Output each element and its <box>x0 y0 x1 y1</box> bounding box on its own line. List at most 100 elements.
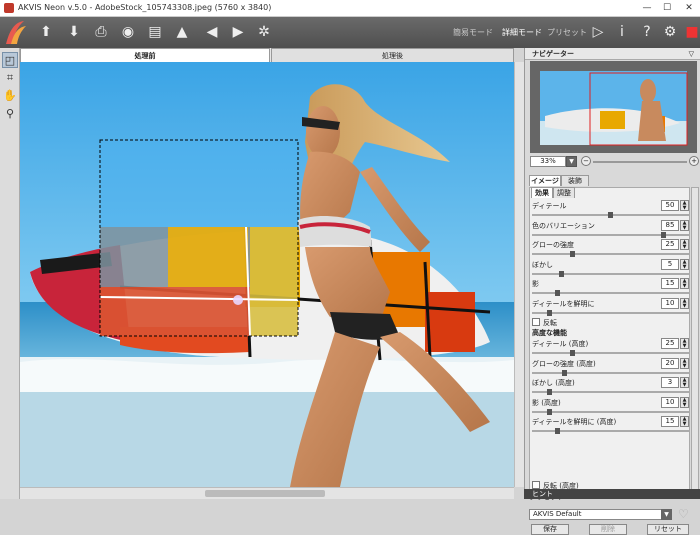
param-spinner-icon[interactable]: ▲ ▼ <box>680 338 689 349</box>
horizontal-scroll-thumb[interactable] <box>205 490 325 497</box>
param-spinner-icon[interactable]: ▲ ▼ <box>680 219 689 231</box>
zoom-tool-icon[interactable]: ⚲ <box>2 106 18 122</box>
zoom-out-icon[interactable]: − <box>581 156 591 166</box>
param-slider-thumb[interactable] <box>554 290 560 296</box>
undo-icon[interactable]: ◀ <box>202 22 222 42</box>
tab-after[interactable]: 処理後 <box>271 48 514 62</box>
tab-before[interactable]: 処理前 <box>20 48 270 62</box>
param-slider-thumb[interactable] <box>570 251 575 257</box>
preset-dropdown-icon[interactable]: ▼ <box>661 509 672 520</box>
run-play-icon[interactable]: ▷ <box>588 22 608 42</box>
help-icon[interactable]: ? <box>637 22 657 42</box>
record-icon[interactable]: ■ <box>682 22 700 42</box>
adv_params-param-row: 影 (高度) 10 ▲ ▼ <box>530 396 691 417</box>
plugin-icon[interactable]: ▲ <box>172 22 192 42</box>
param-spinner-icon[interactable]: ▲ ▼ <box>680 377 689 388</box>
params-param-row: ぼかし 5 ▲ ▼ <box>530 258 691 279</box>
batch-icon[interactable]: ▤ <box>145 22 165 42</box>
params-param-row: ディテール 50 ▲ ▼ <box>530 200 691 220</box>
preset-select[interactable]: AKVIS Default <box>529 509 672 520</box>
param-value-field[interactable]: 3 <box>661 377 679 388</box>
param-slider-track[interactable] <box>532 352 689 354</box>
reset-preset-button[interactable]: リセット <box>647 524 689 535</box>
param-slider-thumb[interactable] <box>547 408 553 415</box>
mode-advanced-button[interactable]: 詳細モード <box>502 27 542 38</box>
favorite-heart-icon[interactable]: ♡ <box>678 507 689 521</box>
param-value-field[interactable]: 15 <box>661 278 679 289</box>
zoom-field[interactable]: 33% <box>530 156 566 167</box>
parameters-list: 反転 高度な機能 反転 (高度) ディテール 50 ▲ ▼ 色のバリエーション 85 ▲ ▼ グ… <box>529 187 690 491</box>
param-value-field[interactable]: 50 <box>661 200 679 211</box>
hand-tool-icon[interactable]: ✋ <box>2 88 18 104</box>
param-spinner-icon[interactable]: ▲ ▼ <box>680 416 689 427</box>
view-tabs: 処理前 処理後 <box>20 48 514 62</box>
print-icon[interactable]: ⎙ <box>91 22 111 42</box>
param-value-field[interactable]: 25 <box>661 338 679 349</box>
vertical-scrollbar[interactable] <box>514 62 524 487</box>
param-value-field[interactable]: 85 <box>661 219 679 231</box>
param-slider-thumb[interactable] <box>547 389 553 395</box>
minimize-button[interactable]: — <box>640 2 654 14</box>
zoom-slider[interactable] <box>593 161 687 163</box>
image-canvas[interactable] <box>20 62 514 487</box>
param-spinner-icon[interactable]: ▲ ▼ <box>680 239 689 250</box>
param-slider-thumb[interactable] <box>554 428 560 434</box>
tab-effect[interactable]: 効果 <box>531 187 553 198</box>
param-value-field[interactable]: 15 <box>661 416 679 427</box>
settings-gear-icon[interactable]: ✲ <box>254 22 274 42</box>
param-slider-thumb[interactable] <box>547 309 553 316</box>
navigator-preview[interactable] <box>530 61 697 153</box>
save-icon[interactable]: ⬇ <box>64 22 84 42</box>
preferences-gear-icon[interactable]: ⚙ <box>660 22 680 42</box>
open-icon[interactable]: ⬆ <box>36 22 56 42</box>
info-icon[interactable]: i <box>612 22 632 42</box>
zoom-in-icon[interactable]: + <box>689 156 699 166</box>
redo-icon[interactable]: ▶ <box>228 22 248 42</box>
param-spinner-icon[interactable]: ▲ ▼ <box>680 258 689 270</box>
param-slider-thumb[interactable] <box>608 212 613 218</box>
panel-scrollbar[interactable] <box>691 187 699 491</box>
tab-image[interactable]: イメージ <box>529 175 561 186</box>
param-slider-track[interactable] <box>532 371 689 374</box>
param-slider-track[interactable] <box>532 391 689 393</box>
crop-tool-icon[interactable]: ⌗ <box>2 70 18 86</box>
param-slider-thumb[interactable] <box>559 270 565 277</box>
param-slider-track[interactable] <box>532 410 689 413</box>
preview-window-tool-icon[interactable]: ◰ <box>2 52 18 68</box>
param-spinner-icon[interactable]: ▲ ▼ <box>680 297 689 309</box>
adv_params-param-row: ぼかし (高度) 3 ▲ ▼ <box>530 377 691 397</box>
param-value-field[interactable]: 25 <box>661 239 679 250</box>
param-spinner-icon[interactable]: ▲ ▼ <box>680 278 689 289</box>
title-bar: AKVIS Neon v.5.0 - AdobeStock_105743308.… <box>0 0 700 17</box>
delete-preset-button[interactable]: 削除 <box>589 524 627 535</box>
maximize-button[interactable]: ☐ <box>660 2 674 14</box>
param-label: ディテール <box>532 202 567 210</box>
share-icon[interactable]: ◉ <box>118 22 138 42</box>
mode-simple-button[interactable]: 簡易モード <box>453 27 493 38</box>
param-value-field[interactable]: 10 <box>661 396 679 408</box>
param-value-field[interactable]: 10 <box>661 297 679 309</box>
invert-advanced-checkbox[interactable] <box>532 481 540 489</box>
param-value-field[interactable]: 20 <box>661 357 679 369</box>
tab-decoration[interactable]: 装飾 <box>561 175 589 186</box>
param-slider-thumb[interactable] <box>661 231 667 238</box>
akvis-logo-icon <box>6 21 26 44</box>
mode-presets-button[interactable]: プリセット <box>547 27 587 38</box>
invert-checkbox[interactable] <box>532 318 540 326</box>
save-preset-button[interactable]: 保存 <box>531 524 569 535</box>
param-slider-thumb[interactable] <box>562 369 568 376</box>
param-spinner-icon[interactable]: ▲ ▼ <box>680 396 689 408</box>
preview-area[interactable] <box>99 139 299 337</box>
param-spinner-icon[interactable]: ▲ ▼ <box>680 357 689 369</box>
param-slider-track[interactable] <box>532 253 689 255</box>
close-button[interactable]: ✕ <box>682 2 696 14</box>
collapse-icon[interactable]: ▽ <box>689 50 694 58</box>
param-slider-track[interactable] <box>532 272 689 275</box>
param-slider-thumb[interactable] <box>570 350 575 356</box>
tab-adjust[interactable]: 調整 <box>553 187 575 198</box>
param-value-field[interactable]: 5 <box>661 258 679 270</box>
zoom-dropdown-icon[interactable]: ▼ <box>566 156 577 167</box>
horizontal-scrollbar[interactable] <box>20 487 514 499</box>
param-spinner-icon[interactable]: ▲ ▼ <box>680 200 689 211</box>
param-slider-track[interactable] <box>532 311 689 314</box>
